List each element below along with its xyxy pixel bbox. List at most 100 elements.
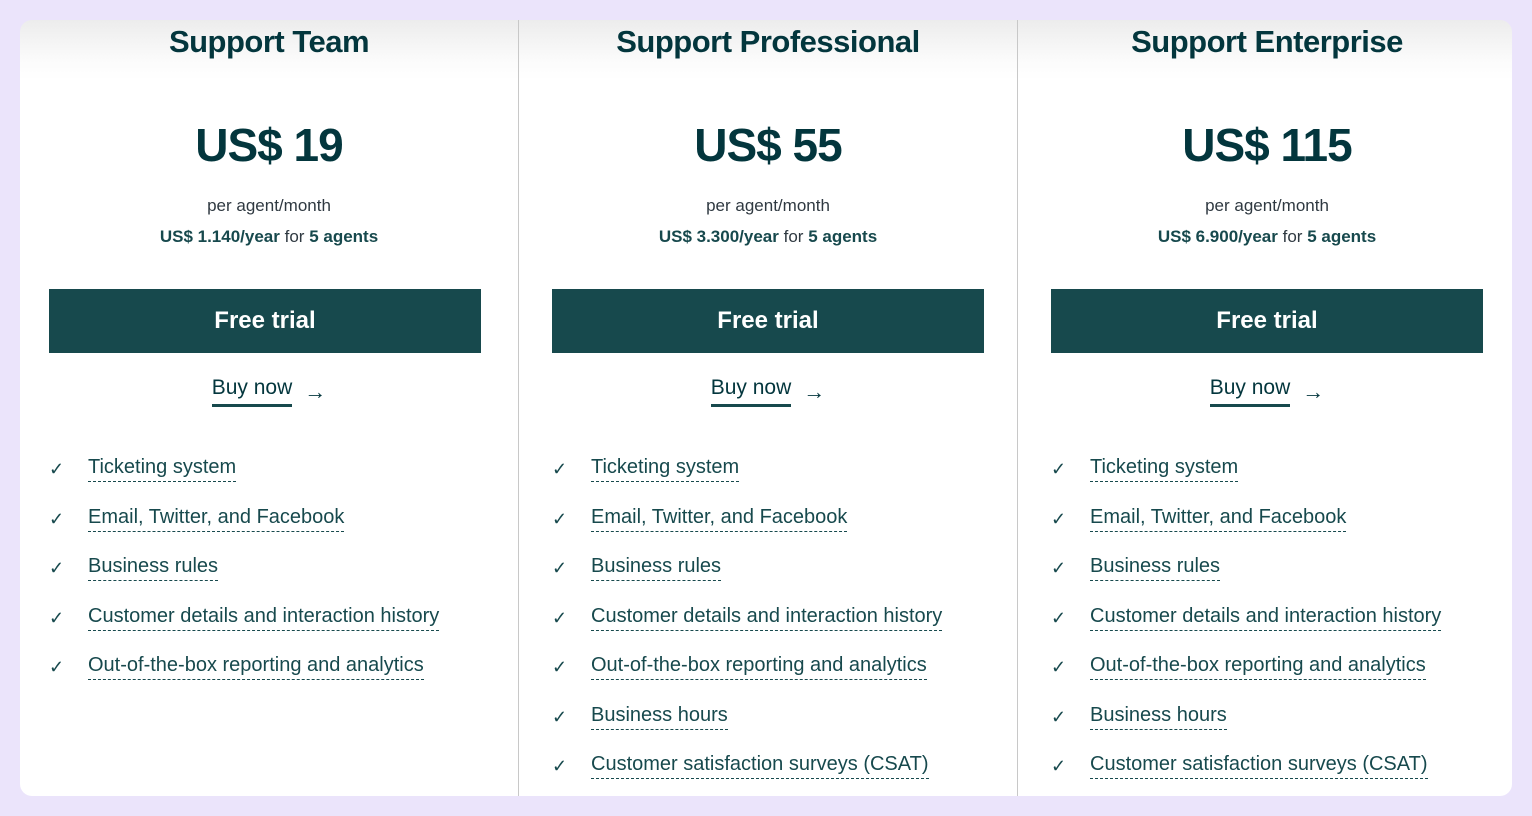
yearly-agents: 5 agents	[1307, 227, 1377, 246]
buy-now-link[interactable]: Buy now →	[1209, 376, 1325, 407]
check-icon: ✓	[1051, 706, 1067, 727]
free-trial-button[interactable]: Free trial	[1051, 289, 1483, 353]
arrow-right-icon: →	[304, 378, 327, 404]
yearly-price: US$ 6.900/year	[1157, 227, 1278, 246]
buy-now-link[interactable]: Buy now →	[211, 376, 327, 407]
buy-now-label: Buy now	[1209, 376, 1291, 407]
buy-now-label: Buy now	[710, 376, 792, 407]
yearly-price-note: US$ 1.140/year for 5 agents	[20, 227, 518, 247]
feature-label[interactable]: Email, Twitter, and Facebook	[591, 506, 848, 532]
check-icon: ✓	[552, 657, 568, 677]
check-icon: ✓	[49, 558, 65, 578]
arrow-right-icon: →	[803, 378, 826, 404]
feature-label[interactable]: Business hours	[591, 704, 728, 730]
feature-item: ✓ Customer details and interaction histor…	[1051, 605, 1512, 655]
feature-label[interactable]: Customer satisfaction surveys (CSAT)	[591, 753, 929, 779]
buy-now-wrapper: Buy now →	[519, 376, 1017, 407]
feature-label[interactable]: Business rules	[1090, 555, 1221, 581]
yearly-agents: 5 agents	[309, 227, 379, 246]
free-trial-button[interactable]: Free trial	[49, 289, 481, 353]
feature-item: ✓ Business rules	[49, 555, 518, 605]
buy-now-wrapper: Buy now →	[1018, 376, 1512, 407]
free-trial-button[interactable]: Free trial	[552, 289, 984, 353]
plan-price: US$ 19	[195, 119, 343, 171]
feature-label[interactable]: Customer details and interaction history	[1090, 605, 1442, 631]
feature-label[interactable]: Business hours	[1090, 704, 1227, 730]
feature-item: ✓ Out-of-the-box reporting and analytics	[1051, 654, 1512, 704]
buy-now-wrapper: Buy now →	[20, 376, 518, 407]
feature-label[interactable]: Customer satisfaction surveys (CSAT)	[1090, 753, 1428, 779]
plan-title: Support Team	[168, 24, 370, 59]
check-icon: ✓	[49, 508, 65, 529]
feature-item: ✓ Ticketing system	[552, 456, 1017, 506]
feature-label[interactable]: Customer details and interaction history	[591, 605, 943, 631]
feature-item: ✓ Out-of-the-box reporting and analytics	[552, 654, 1017, 704]
feature-item: ✓ Customer satisfaction surveys (CSAT)	[1051, 753, 1512, 796]
yearly-for: for	[284, 227, 305, 246]
check-icon: ✓	[552, 706, 568, 727]
check-icon: ✓	[552, 756, 568, 776]
buy-now-link[interactable]: Buy now →	[710, 376, 826, 407]
plan-column-professional: Support Professional US$ 55 per agent/mo…	[518, 20, 1017, 796]
feature-item: ✓ Ticketing system	[49, 456, 518, 506]
plan-column-enterprise: Support Enterprise US$ 115 per agent/mon…	[1017, 20, 1512, 796]
yearly-agents: 5 agents	[808, 227, 878, 246]
feature-list: ✓ Ticketing system ✓ Email, Twitter, and Fa…	[1051, 456, 1512, 796]
check-icon: ✓	[1051, 607, 1067, 628]
feature-item: ✓ Business rules	[1051, 555, 1512, 605]
feature-item: ✓ Business rules	[552, 555, 1017, 605]
plan-title: Support Professional	[616, 24, 920, 59]
feature-label[interactable]: Email, Twitter, and Facebook	[88, 506, 345, 532]
feature-label[interactable]: Ticketing system	[88, 456, 237, 482]
check-icon: ✓	[1051, 657, 1067, 677]
feature-item: ✓ Customer satisfaction surveys (CSAT)	[552, 753, 1017, 796]
arrow-right-icon: →	[1302, 378, 1325, 404]
feature-item: ✓ Email, Twitter, and Facebook	[49, 506, 518, 556]
feature-item: ✓ Business hours	[552, 704, 1017, 754]
feature-label[interactable]: Ticketing system	[1090, 456, 1239, 482]
price-period: per agent/month	[1205, 196, 1329, 215]
feature-item: ✓ Email, Twitter, and Facebook	[1051, 506, 1512, 556]
feature-label[interactable]: Customer details and interaction history	[88, 605, 440, 631]
check-icon: ✓	[49, 657, 65, 677]
yearly-for: for	[783, 227, 804, 246]
yearly-price: US$ 1.140/year	[159, 227, 280, 246]
plan-column-team: Support Team US$ 19 per agent/month US$ …	[20, 20, 518, 796]
feature-item: ✓ Out-of-the-box reporting and analytics	[49, 654, 518, 704]
yearly-price: US$ 3.300/year	[658, 227, 779, 246]
check-icon: ✓	[49, 459, 65, 479]
check-icon: ✓	[552, 508, 568, 529]
feature-item: ✓ Customer details and interaction histor…	[552, 605, 1017, 655]
feature-item: ✓ Business hours	[1051, 704, 1512, 754]
plan-price: US$ 115	[1182, 119, 1352, 171]
yearly-price-note: US$ 6.900/year for 5 agents	[1018, 227, 1512, 247]
plan-title: Support Enterprise	[1131, 24, 1403, 59]
yearly-for: for	[1282, 227, 1303, 246]
plan-price: US$ 55	[694, 119, 842, 171]
feature-label[interactable]: Out-of-the-box reporting and analytics	[591, 654, 927, 680]
check-icon: ✓	[1051, 756, 1067, 776]
feature-label[interactable]: Out-of-the-box reporting and analytics	[88, 654, 424, 680]
feature-label[interactable]: Out-of-the-box reporting and analytics	[1090, 654, 1426, 680]
price-period: per agent/month	[706, 196, 830, 215]
check-icon: ✓	[552, 459, 568, 479]
yearly-price-note: US$ 3.300/year for 5 agents	[519, 227, 1017, 247]
price-period: per agent/month	[207, 196, 331, 215]
check-icon: ✓	[552, 558, 568, 578]
feature-label[interactable]: Ticketing system	[591, 456, 740, 482]
check-icon: ✓	[1051, 558, 1067, 578]
feature-label[interactable]: Business rules	[88, 555, 219, 581]
feature-label[interactable]: Email, Twitter, and Facebook	[1090, 506, 1347, 532]
check-icon: ✓	[1051, 459, 1067, 479]
feature-list: ✓ Ticketing system ✓ Email, Twitter, and Fa…	[552, 456, 1017, 796]
feature-item: ✓ Ticketing system	[1051, 456, 1512, 506]
check-icon: ✓	[552, 607, 568, 628]
feature-item: ✓ Customer details and interaction histor…	[49, 605, 518, 655]
buy-now-label: Buy now	[211, 376, 293, 407]
feature-list: ✓ Ticketing system ✓ Email, Twitter, and Fa…	[49, 456, 518, 704]
feature-item: ✓ Email, Twitter, and Facebook	[552, 506, 1017, 556]
check-icon: ✓	[1051, 508, 1067, 529]
pricing-card: Support Team US$ 19 per agent/month US$ …	[20, 20, 1512, 796]
check-icon: ✓	[49, 607, 65, 628]
feature-label[interactable]: Business rules	[591, 555, 722, 581]
